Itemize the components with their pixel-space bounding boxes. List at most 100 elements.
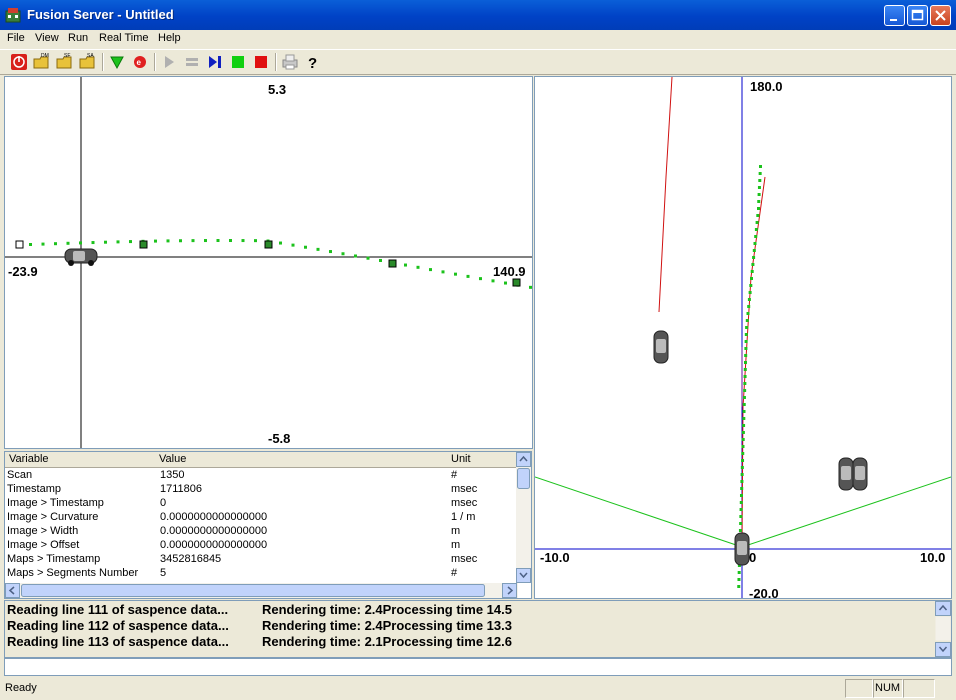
trajectory-point [748, 291, 752, 294]
top-view-pane[interactable]: 5.3 -5.8 -23.9 140.9 [4, 76, 533, 449]
table-row[interactable]: Maps > Timestamp 3452816845 msec [5, 553, 518, 567]
trajectory-point [441, 270, 445, 274]
pause-icon[interactable] [183, 53, 201, 71]
trajectory-point [746, 312, 750, 315]
svg-text:SA: SA [87, 53, 94, 59]
trajectory-point [254, 239, 257, 243]
cell-variable: Timestamp [7, 483, 61, 495]
trajectory-point [241, 239, 245, 243]
trajectory-point [291, 243, 295, 247]
trajectory-point [354, 254, 357, 258]
trajectory-point [404, 263, 407, 267]
cell-value: 5 [160, 567, 167, 579]
menu-run[interactable]: Run [68, 32, 88, 44]
table-row[interactable]: Image > Width 0.0000000000000000 m [5, 525, 518, 539]
play-icon[interactable] [160, 53, 178, 71]
bird-view-pane[interactable]: 180.0 -10.0 0 10.0 -20.0 [534, 76, 952, 601]
table-row[interactable]: Image > Curvature 0.0000000000000000 1 / m [5, 511, 518, 525]
trajectory-point [429, 268, 432, 272]
trajectory-point [739, 508, 743, 511]
scrollbar-graphics [516, 452, 531, 583]
maximize-button[interactable] [907, 5, 928, 26]
trajectory-point [279, 241, 282, 245]
green-square-icon[interactable] [229, 53, 247, 71]
trajectory-point [743, 382, 747, 385]
ego-car-icon [734, 532, 750, 566]
log-panel: Reading line 111 of saspence data... Rend… [4, 600, 952, 658]
trajectory-point [742, 417, 746, 420]
table-vertical-scrollbar[interactable] [516, 452, 531, 583]
trajectory-point [758, 172, 762, 175]
table-horizontal-scrollbar[interactable] [5, 583, 518, 598]
cell-value: 1350 [160, 469, 185, 481]
cell-value: 0.0000000000000000 [160, 511, 268, 523]
trajectory-point [739, 522, 743, 525]
red-stop-circle-icon[interactable]: e [131, 53, 149, 71]
trajectory-point [66, 241, 70, 245]
trajectory-point [741, 452, 745, 455]
trajectory-point [466, 274, 470, 278]
column-unit[interactable]: Unit [451, 453, 471, 465]
variable-table: Variable Value Unit Scan 1350 # Timestamp 1… [4, 451, 532, 599]
cell-unit: # [451, 567, 458, 579]
trajectory-point [229, 239, 232, 243]
cell-value: 3452816845 [160, 553, 222, 565]
trajectory-point [739, 515, 743, 518]
cell-variable: Image > Timestamp [7, 497, 104, 509]
menu-view[interactable]: View [35, 32, 59, 44]
status-panel [845, 679, 873, 698]
help-icon[interactable]: ? [304, 53, 322, 71]
log-horizontal-scrollbar[interactable] [4, 658, 952, 676]
toolbar-separator [102, 53, 104, 71]
red-square-icon[interactable] [252, 53, 270, 71]
trajectory-point [741, 431, 745, 434]
trajectory-point [743, 361, 747, 364]
close-icon [935, 10, 946, 21]
table-row[interactable]: Maps > Segments Number 5 # [5, 567, 518, 581]
menu-real-time[interactable]: Real Time [99, 32, 149, 44]
top-view-max-label: 5.3 [268, 82, 287, 97]
trajectory-point [755, 221, 759, 224]
trajectory-point [754, 228, 758, 231]
trajectory-point [741, 438, 745, 441]
table-row[interactable]: Scan 1350 # [5, 469, 518, 483]
trajectory-point [749, 284, 753, 287]
menu-help[interactable]: Help [158, 32, 181, 44]
open-dm-icon[interactable]: DM [33, 53, 51, 71]
trajectory-point [754, 235, 758, 238]
print-icon[interactable] [281, 53, 299, 71]
minimize-button[interactable] [884, 5, 905, 26]
table-row[interactable]: Image > Timestamp 0 msec [5, 497, 518, 511]
log-vertical-scrollbar[interactable] [935, 601, 951, 657]
column-value[interactable]: Value [159, 453, 186, 465]
top-view-right-label: 140.9 [493, 264, 526, 279]
table-row[interactable]: Timestamp 1711806 msec [5, 483, 518, 497]
trajectory-point [740, 480, 744, 483]
table-row[interactable]: Image > Offset 0.0000000000000000 m [5, 539, 518, 553]
scrollbar-graphics [5, 583, 517, 598]
trajectory-point [744, 354, 748, 357]
status-panel [903, 679, 935, 698]
cell-variable: Image > Width [7, 525, 79, 537]
trajectory-point [740, 487, 744, 490]
bird-view-center-label: 0 [749, 550, 757, 565]
trajectory-point [752, 256, 756, 259]
close-button[interactable] [930, 5, 951, 26]
top-view-plot [5, 77, 532, 448]
trajectory-point [745, 326, 749, 329]
open-sf-icon[interactable]: SF [56, 53, 74, 71]
menu-file[interactable]: File [7, 32, 25, 44]
trajectory-point [753, 242, 757, 245]
toolbar: DM SF SA e ? [0, 49, 956, 75]
column-variable[interactable]: Variable [9, 453, 49, 465]
power-icon[interactable] [10, 53, 28, 71]
green-down-arrow-icon[interactable] [108, 53, 126, 71]
trajectory-point [304, 245, 307, 249]
cell-variable: Image > Offset [7, 539, 80, 551]
minimize-icon [890, 19, 897, 21]
step-icon[interactable] [206, 53, 224, 71]
open-sa-icon[interactable]: SA [79, 53, 97, 71]
bird-view-max-label: 180.0 [750, 79, 783, 94]
cell-unit: m [451, 539, 461, 551]
trajectory-point [758, 179, 762, 182]
